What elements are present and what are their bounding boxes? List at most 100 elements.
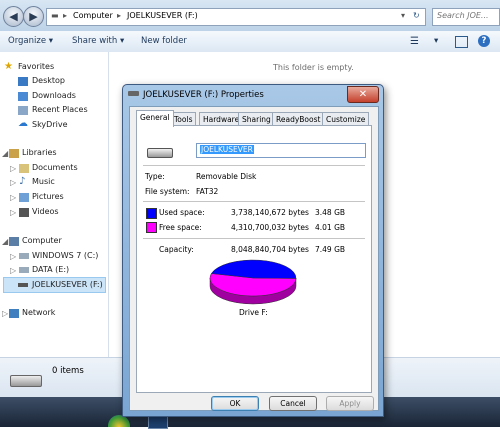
divider (143, 238, 365, 239)
drive-icon: ▬ (51, 11, 59, 20)
documents-icon (19, 164, 29, 173)
back-button[interactable]: ◀ (3, 6, 24, 27)
hard-drive-icon (19, 253, 29, 259)
preview-pane-icon[interactable] (455, 36, 468, 48)
close-icon: ✕ (358, 89, 368, 100)
expand-icon[interactable]: ▷ (10, 193, 16, 202)
pictures-icon (19, 193, 29, 202)
music-icon: ♪ (19, 176, 26, 187)
nav-item-skydrive[interactable]: SkyDrive (32, 120, 68, 129)
expand-icon[interactable]: ▷ (2, 309, 8, 318)
usb-drive-icon (18, 283, 28, 287)
expand-icon[interactable]: ▷ (10, 252, 16, 261)
new-folder-button[interactable]: New folder (141, 36, 187, 46)
navigation-pane: ★ Favorites Desktop Downloads Recent Pla… (0, 52, 109, 357)
dialog-title: JOELKUSEVER (F:) Properties (143, 90, 264, 100)
expand-icon[interactable]: ▷ (10, 208, 16, 217)
favorites-star-icon: ★ (4, 61, 13, 72)
chevron-right-icon: ▸ (63, 11, 68, 20)
nav-item-downloads[interactable]: Downloads (32, 91, 76, 100)
libraries-icon (9, 149, 19, 158)
tab-tools[interactable]: Tools (170, 112, 197, 126)
empty-folder-message: This folder is empty. (273, 63, 354, 72)
nav-item-documents[interactable]: Documents (32, 163, 78, 172)
tab-general[interactable]: General (136, 110, 174, 127)
nav-item-videos[interactable]: Videos (32, 207, 59, 216)
help-icon[interactable]: ? (478, 35, 490, 47)
divider (143, 165, 365, 166)
tab-sharing[interactable]: Sharing (238, 112, 275, 126)
breadcrumb-computer[interactable]: Computer (73, 11, 113, 20)
address-bar[interactable]: ▬ ▸ Computer ▸ JOELKUSEVER (F:) ▾ ↻ (46, 8, 426, 26)
command-bar: Organize ▾ Share with ▾ New folder ☰ ▾ ? (0, 31, 500, 53)
forward-button[interactable]: ▶ (23, 6, 44, 27)
network-icon (9, 309, 19, 318)
free-space-bytes: 4,310,700,032 bytes (231, 223, 309, 232)
address-toolbar: ◀ ▶ ▬ ▸ Computer ▸ JOELKUSEVER (F:) ▾ ↻ … (0, 0, 500, 32)
capacity-gb: 7.49 GB (315, 245, 346, 254)
share-with-button[interactable]: Share with ▾ (72, 36, 124, 46)
nav-computer[interactable]: Computer (22, 236, 62, 245)
skydrive-icon: ☁ (18, 118, 28, 129)
recent-places-icon (18, 106, 28, 115)
close-button[interactable]: ✕ (347, 86, 379, 103)
downloads-icon (18, 92, 28, 101)
type-label: Type: (145, 172, 165, 181)
search-input[interactable]: Search JOE... (432, 8, 500, 26)
nav-item-pictures[interactable]: Pictures (32, 192, 64, 201)
type-value: Removable Disk (196, 172, 257, 181)
used-space-gb: 3.48 GB (315, 208, 346, 217)
nav-libraries[interactable]: Libraries (22, 148, 57, 157)
expand-icon[interactable]: ▷ (10, 266, 16, 275)
collapse-icon[interactable]: ◢ (2, 237, 8, 246)
nav-item-windows7-drive[interactable]: WINDOWS 7 (C:) (32, 251, 98, 260)
free-space-label: Free space: (159, 223, 202, 232)
nav-item-data-drive[interactable]: DATA (E:) (32, 265, 69, 274)
properties-dialog: JOELKUSEVER (F:) Properties ✕ General To… (122, 84, 384, 417)
volume-name-input[interactable]: JOELKUSEVER (196, 143, 366, 158)
nav-item-desktop[interactable]: Desktop (32, 76, 65, 85)
expand-icon[interactable]: ▷ (10, 164, 16, 173)
ok-button[interactable]: OK (211, 396, 259, 411)
file-system-value: FAT32 (196, 187, 219, 196)
chevron-down-icon[interactable]: ▾ (401, 11, 405, 20)
cancel-button[interactable]: Cancel (269, 396, 317, 411)
divider (143, 201, 365, 202)
nav-item-recent-places[interactable]: Recent Places (32, 105, 88, 114)
videos-icon (19, 208, 29, 217)
refresh-icon[interactable]: ↻ (413, 11, 420, 20)
nav-favorites[interactable]: Favorites (18, 62, 54, 71)
capacity-bytes: 8,048,840,704 bytes (231, 245, 309, 254)
capacity-label: Capacity: (159, 245, 194, 254)
apply-button[interactable]: Apply (326, 396, 374, 411)
organize-button[interactable]: Organize ▾ (8, 36, 53, 46)
used-space-swatch (146, 208, 157, 219)
computer-icon (9, 237, 19, 246)
desktop-icon (18, 77, 28, 86)
expand-icon[interactable]: ▷ (10, 178, 16, 187)
nav-network[interactable]: Network (22, 308, 55, 317)
chevron-right-icon: ▸ (117, 11, 122, 20)
usb-drive-icon (128, 91, 139, 96)
chevron-down-icon[interactable]: ▾ (434, 36, 438, 46)
volume-name-value: JOELKUSEVER (200, 145, 254, 154)
file-system-label: File system: (145, 187, 190, 196)
free-space-swatch (146, 222, 157, 233)
used-space-bytes: 3,738,140,672 bytes (231, 208, 309, 217)
tab-customize[interactable]: Customize (322, 112, 370, 126)
nav-item-music[interactable]: Music (32, 177, 55, 186)
used-space-label: Used space: (159, 208, 205, 217)
breadcrumb-drive[interactable]: JOELKUSEVER (F:) (127, 11, 198, 20)
item-count: 0 items (52, 366, 84, 376)
collapse-icon[interactable]: ◢ (2, 149, 8, 158)
disk-usage-pie (209, 259, 297, 305)
dialog-body: General Tools Hardware Sharing ReadyBoos… (129, 106, 379, 411)
view-options-icon[interactable]: ☰ (410, 36, 419, 47)
drive-label: Drive F: (239, 308, 268, 317)
search-placeholder: Search JOE... (437, 11, 489, 20)
tab-hardware[interactable]: Hardware (199, 112, 244, 126)
hard-drive-icon (19, 267, 29, 273)
nav-item-usb-drive[interactable]: JOELKUSEVER (F:) (32, 280, 103, 289)
usb-drive-icon (147, 148, 173, 158)
tab-readyboost[interactable]: ReadyBoost (272, 112, 325, 126)
